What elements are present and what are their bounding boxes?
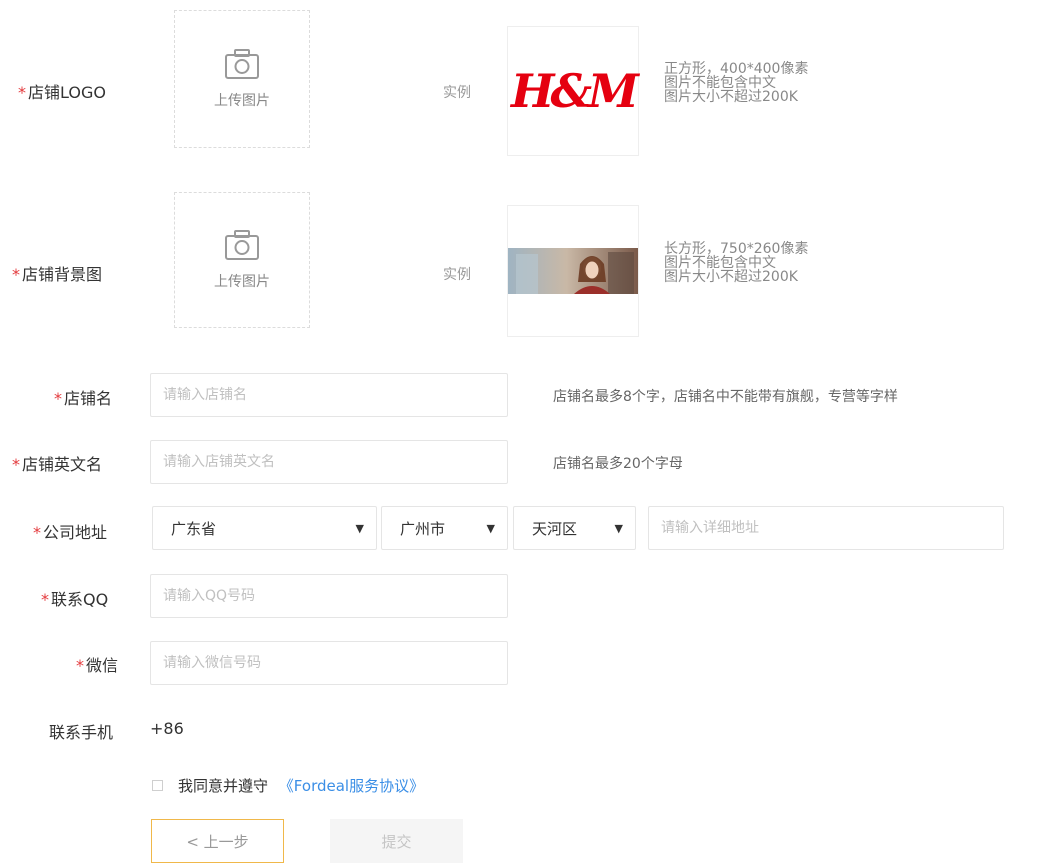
logo-hints: 正方形，400*400像素 图片不能包含中文 图片大小不超过200K (664, 61, 809, 105)
hm-logo: H&M (511, 64, 639, 118)
qq-input[interactable] (150, 574, 508, 618)
district-select[interactable]: 天河区 ▼ (513, 506, 636, 550)
wechat-input[interactable] (150, 641, 508, 685)
city-select[interactable]: 广州市 ▼ (381, 506, 508, 550)
caret-down-icon: ▼ (486, 521, 495, 535)
previous-step-button[interactable]: < 上一步 (151, 819, 284, 863)
submit-button[interactable]: 提交 (330, 819, 463, 863)
required-mark: * (18, 83, 26, 102)
agreement-checkbox[interactable] (152, 780, 163, 791)
phone-prefix: +86 (150, 719, 184, 738)
address-label: * 公司地址 (33, 523, 108, 542)
logo-label: * 店铺LOGO (18, 83, 106, 102)
store-name-hint: 店铺名最多8个字，店铺名中不能带有旗舰，专营等字样 (553, 389, 898, 405)
camera-icon (224, 229, 260, 265)
upload-text: 上传图片 (214, 93, 270, 109)
upload-text: 上传图片 (214, 274, 270, 290)
address-detail-input[interactable] (648, 506, 1004, 550)
store-name-en-hint: 店铺名最多20个字母 (553, 456, 683, 472)
logo-example-image: H&M (507, 26, 639, 156)
example-label: 实例 (443, 267, 471, 283)
background-upload-button[interactable]: 上传图片 (174, 192, 310, 328)
wechat-label: * 微信 (76, 656, 119, 675)
province-select[interactable]: 广东省 ▼ (152, 506, 377, 550)
example-label: 实例 (443, 85, 471, 101)
logo-upload-button[interactable]: 上传图片 (174, 10, 310, 148)
agreement-link[interactable]: 《Fordeal服务协议》 (279, 777, 424, 795)
store-name-input[interactable] (150, 373, 508, 417)
store-name-en-input[interactable] (150, 440, 508, 484)
caret-down-icon: ▼ (355, 521, 364, 535)
background-label: * 店铺背景图 (12, 265, 103, 284)
background-example-image (507, 205, 639, 337)
camera-icon (224, 48, 260, 84)
background-hints: 长方形，750*260像素 图片不能包含中文 图片大小不超过200K (664, 241, 809, 285)
phone-label: 联系手机 (49, 723, 114, 742)
caret-down-icon: ▼ (614, 521, 623, 535)
agreement-text: 我同意并遵守 《Fordeal服务协议》 (178, 777, 425, 795)
store-name-en-label: * 店铺英文名 (12, 455, 103, 474)
store-name-label: * 店铺名 (54, 389, 113, 408)
background-photo (508, 248, 638, 294)
qq-label: * 联系QQ (41, 590, 109, 609)
